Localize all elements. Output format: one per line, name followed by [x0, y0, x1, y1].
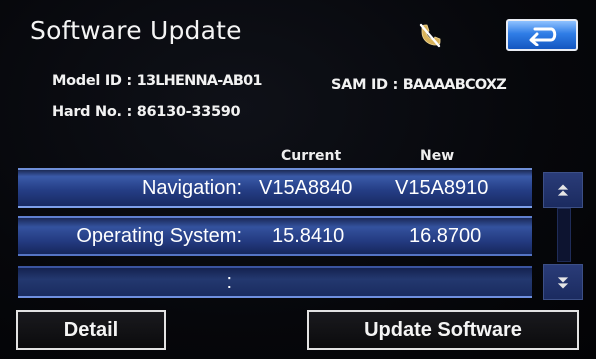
back-button[interactable]	[506, 19, 578, 51]
column-header-new: New	[420, 148, 455, 164]
sam-id-label: SAM ID :	[331, 77, 399, 93]
scrollbar[interactable]	[543, 168, 583, 300]
row-new-version: 16.8700	[409, 225, 482, 247]
row-label: Navigation:	[141, 177, 242, 199]
sam-id: SAM ID : BAAAABCOXZ	[331, 77, 507, 93]
chevron-double-down-icon	[557, 276, 569, 288]
table-row-navigation[interactable]: Navigation: V15A8840 V15A8910	[18, 168, 532, 208]
column-header-current: Current	[281, 148, 342, 164]
page-title: Software Update	[30, 16, 242, 45]
update-software-button[interactable]: Update Software	[307, 310, 579, 350]
phone-disconnected-icon	[418, 22, 442, 48]
software-update-screen: Software Update Model ID : 13LHENNA-AB01…	[0, 0, 596, 359]
table-row-empty[interactable]: :	[18, 266, 532, 298]
chevron-double-up-icon	[557, 184, 569, 196]
hard-no-value: 86130-33590	[136, 104, 241, 120]
scroll-up-button[interactable]	[543, 172, 583, 208]
sam-id-value: BAAAABCOXZ	[402, 77, 507, 93]
row-label: Operating System:	[76, 225, 242, 247]
row-current-version: V15A8840	[259, 177, 353, 199]
back-arrow-icon	[529, 27, 557, 46]
scroll-track[interactable]	[557, 208, 571, 262]
model-id-value: 13LHENNA-AB01	[136, 73, 263, 89]
hard-no: Hard No. : 86130-33590	[52, 104, 241, 120]
row-current-version: 15.8410	[272, 225, 345, 247]
model-id-label: Model ID :	[52, 73, 132, 89]
row-new-version: V15A8910	[395, 177, 489, 199]
hard-no-label: Hard No. :	[52, 104, 132, 120]
model-id: Model ID : 13LHENNA-AB01	[52, 73, 262, 89]
scroll-down-button[interactable]	[543, 264, 583, 300]
table-row-operating-system[interactable]: Operating System: 15.8410 16.8700	[18, 216, 532, 256]
row-label: :	[226, 271, 232, 293]
detail-button[interactable]: Detail	[16, 310, 166, 350]
